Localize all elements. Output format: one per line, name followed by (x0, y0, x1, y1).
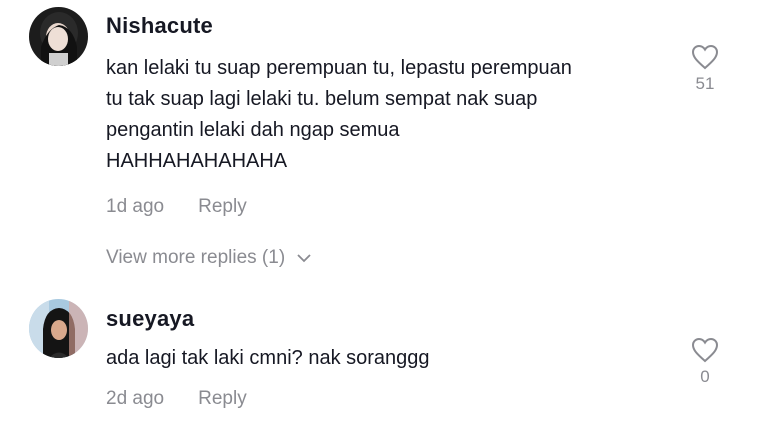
comment-text: kan lelaki tu suap perempuan tu, lepastu… (106, 57, 572, 172)
like-count: 0 (700, 367, 710, 386)
heart-outline-icon[interactable] (690, 337, 720, 363)
like-button[interactable]: 51 (690, 44, 720, 94)
comment-username[interactable]: sueyaya (106, 306, 194, 332)
view-more-replies-label: View more replies (1) (106, 247, 286, 268)
like-count: 51 (695, 74, 715, 93)
reply-button[interactable]: Reply (198, 196, 247, 217)
comment-username[interactable]: Nishacute (106, 13, 213, 39)
avatar[interactable] (29, 299, 88, 358)
like-button[interactable]: 0 (690, 337, 720, 387)
view-more-replies-button[interactable]: View more replies (1) (106, 247, 311, 269)
avatar[interactable] (29, 7, 88, 66)
comment-meta: 1d ago Reply (106, 196, 247, 218)
comment-timestamp: 2d ago (106, 388, 165, 409)
comment-text: ada lagi tak laki cmni? nak soranggg (106, 347, 430, 369)
comment-timestamp: 1d ago (106, 196, 165, 217)
reply-button[interactable]: Reply (198, 388, 247, 409)
chevron-down-icon (285, 247, 311, 269)
comment-meta: 2d ago Reply (106, 388, 247, 410)
heart-outline-icon[interactable] (690, 44, 720, 70)
